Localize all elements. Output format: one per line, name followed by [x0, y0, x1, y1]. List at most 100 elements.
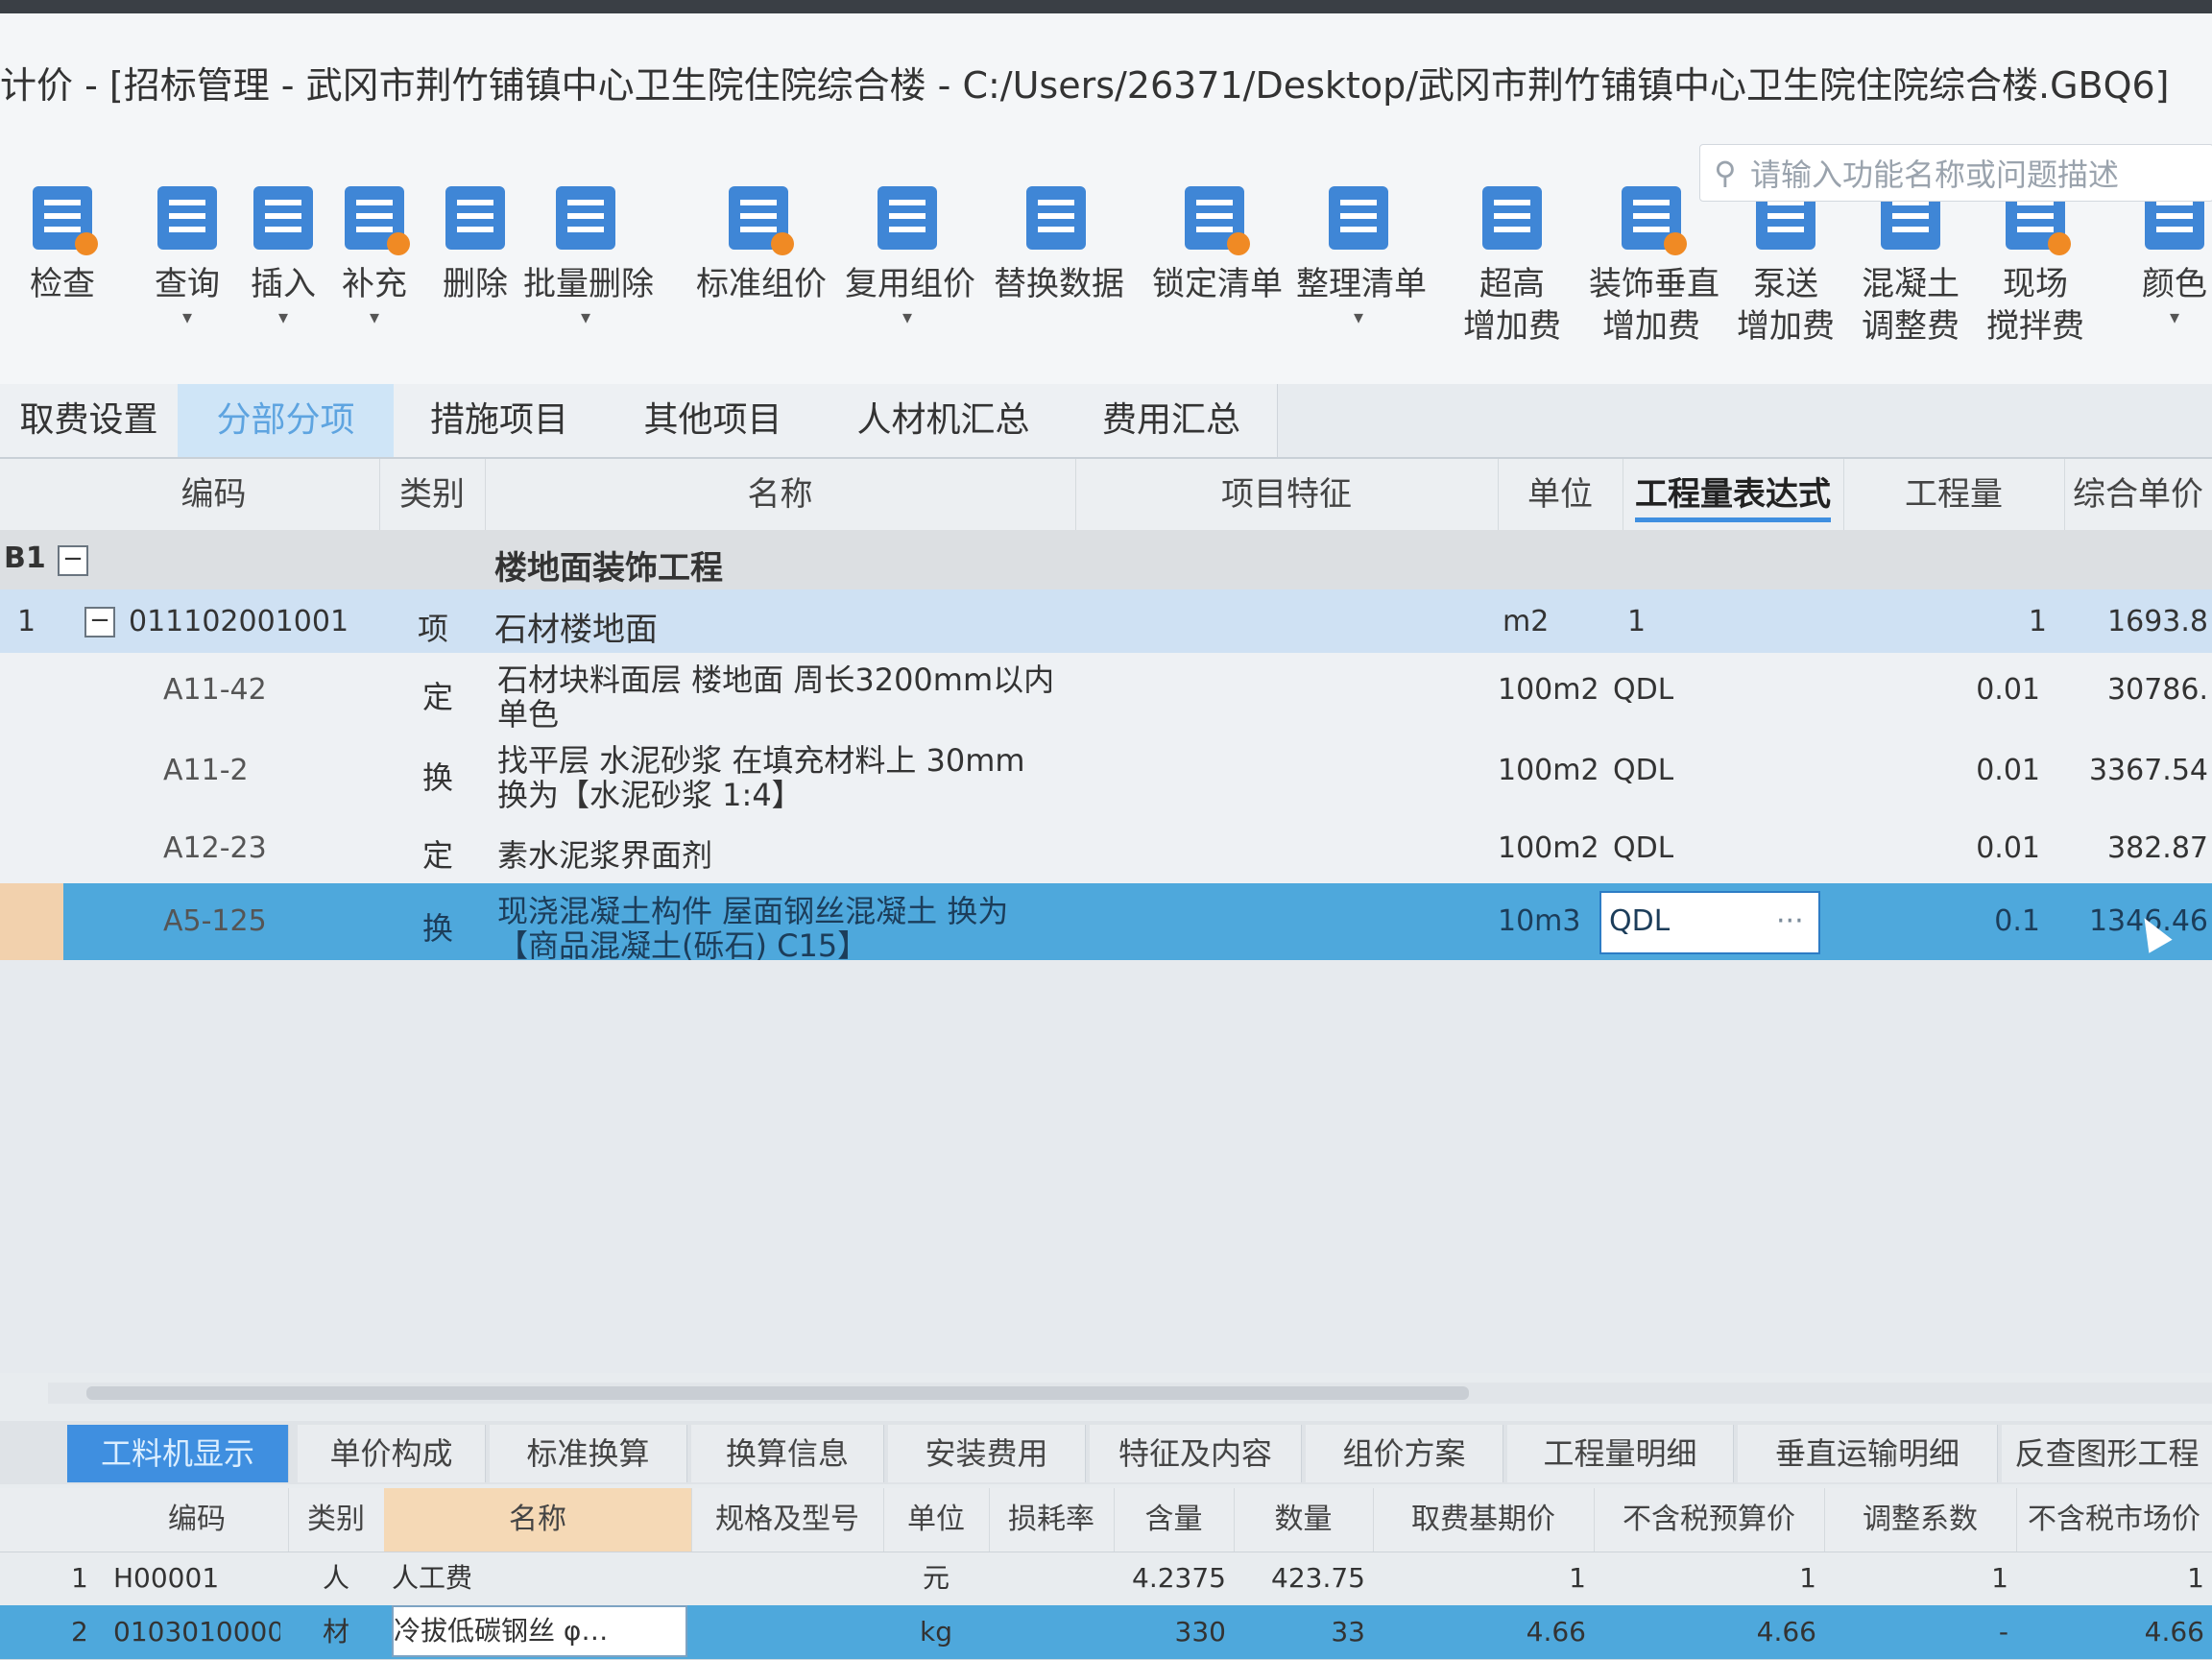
material-type[interactable]: 材 [296, 1605, 376, 1659]
toolbar-button-4[interactable]: 删除 [413, 186, 538, 305]
quota-quantity[interactable]: 0.01 [1824, 754, 2040, 787]
bottom-tab-2[interactable]: 标准换算 [490, 1425, 687, 1482]
quota-unit[interactable]: 10m3 [1498, 904, 1580, 938]
bottom-col-6[interactable]: 含量 [1114, 1488, 1235, 1552]
material-budget[interactable]: 4.66 [1601, 1605, 1816, 1659]
quota-code[interactable]: A5-125 [163, 904, 267, 938]
quota-type[interactable]: 换 [422, 904, 453, 949]
bottom-tab-0[interactable]: 工料机显示 [67, 1425, 289, 1482]
quota-code[interactable]: A11-2 [163, 754, 249, 787]
bottom-col-4[interactable]: 单位 [883, 1488, 990, 1552]
material-coef[interactable]: - [1832, 1605, 2008, 1659]
quota-code[interactable]: A11-42 [163, 673, 267, 707]
item-unit[interactable]: m2 [1503, 605, 1549, 638]
bottom-col-7[interactable]: 数量 [1234, 1488, 1374, 1552]
quota-row[interactable]: A11-2 换找平层 水泥砂浆 在填充材料上 30mm 换为【水泥砂浆 1:4】 10… [0, 728, 2212, 815]
material-loss[interactable] [997, 1552, 1106, 1605]
material-name[interactable]: 人工费 [392, 1552, 684, 1605]
material-type[interactable]: 人 [296, 1552, 376, 1605]
bottom-tab-9[interactable]: 反查图形工程量 [2002, 1425, 2212, 1529]
material-name[interactable]: 冷拔低碳钢丝 φ… [392, 1605, 687, 1657]
item-unit-price[interactable]: 1693.8 [2064, 605, 2208, 638]
material-unit[interactable]: kg [891, 1605, 981, 1659]
material-spec[interactable] [699, 1605, 876, 1659]
more-options-icon[interactable]: ··· [1776, 904, 1804, 938]
collapse-group-icon[interactable]: − [58, 545, 88, 576]
col-expression[interactable]: 工程量表达式 [1623, 459, 1844, 530]
col-quantity[interactable]: 工程量 [1843, 459, 2065, 530]
material-row[interactable]: 201030100006材冷拔低碳钢丝 φ…kg330334.664.66-4.… [0, 1605, 2212, 1660]
quota-expression[interactable]: QDL [1609, 904, 1670, 938]
bottom-col-8[interactable]: 取费基期价 [1373, 1488, 1595, 1552]
material-base[interactable]: 4.66 [1381, 1605, 1586, 1659]
material-market[interactable]: 4.66 [2024, 1605, 2204, 1659]
material-qty[interactable]: 423.75 [1241, 1552, 1365, 1605]
item-row[interactable]: 1 − 011102001001 项 石材楼地面 m2 1 1 1693.8 [0, 589, 2212, 654]
chevron-down-icon[interactable]: ▾ [1296, 305, 1421, 328]
toolbar-button-10[interactable]: 整理清单 ▾ [1296, 186, 1427, 328]
bottom-tab-6[interactable]: 组价方案 [1306, 1425, 1503, 1482]
collapse-item-icon[interactable]: − [84, 607, 115, 638]
material-code[interactable]: H00001 [113, 1552, 280, 1605]
item-type[interactable]: 项 [418, 605, 448, 649]
quota-name-line1[interactable]: 石材块料面层 楼地面 周长3200mm以内 [497, 656, 1054, 700]
quota-row[interactable]: A5-125 换现浇混凝土构件 屋面钢丝混凝土 换为 【商品混凝土(砾石) C15】… [0, 883, 2212, 964]
material-code[interactable]: 01030100006 [113, 1605, 280, 1659]
chevron-down-icon[interactable]: ▾ [312, 305, 437, 328]
material-coef[interactable]: 1 [1832, 1552, 2008, 1605]
material-base[interactable]: 1 [1381, 1552, 1586, 1605]
tab-5[interactable]: 费用汇总 [1066, 384, 1278, 457]
quota-code[interactable]: A12-23 [163, 831, 267, 865]
horizontal-scrollbar[interactable] [48, 1383, 2212, 1404]
quota-unit-price[interactable]: 30786. [2055, 673, 2208, 707]
quota-quantity[interactable]: 0.01 [1824, 673, 2040, 707]
item-expression[interactable]: 1 [1627, 605, 1646, 638]
toolbar-button-15[interactable]: 现场 搅拌费 [1973, 186, 2098, 348]
quota-row[interactable]: A12-23 定素水泥浆界面剂 100m2 QDL 0.01 382.87 [0, 814, 2212, 884]
material-unit[interactable]: 元 [891, 1552, 981, 1605]
bottom-col-5[interactable]: 损耗率 [989, 1488, 1115, 1552]
chevron-down-icon[interactable]: ▾ [845, 305, 970, 328]
bottom-col-3[interactable]: 规格及型号 [691, 1488, 884, 1552]
toolbar-button-9[interactable]: 锁定清单 [1152, 186, 1283, 305]
bottom-tab-4[interactable]: 安装费用 [888, 1425, 1086, 1482]
quota-unit[interactable]: 100m2 [1498, 754, 1599, 787]
quota-type[interactable]: 换 [422, 754, 453, 798]
toolbar-button-14[interactable]: 混凝土 调整费 [1848, 186, 1973, 348]
col-unit[interactable]: 单位 [1498, 459, 1623, 530]
tab-4[interactable]: 人材机汇总 [821, 384, 1067, 457]
toolbar-button-5[interactable]: 批量删除 ▾ [523, 186, 654, 328]
tab-1[interactable]: 分部分项 [178, 384, 395, 457]
function-search-input[interactable]: ⚲ 请输入功能名称或问题描述 [1699, 144, 2212, 202]
quota-unit-price[interactable]: 3367.54 [2055, 754, 2208, 787]
material-spec[interactable] [699, 1552, 876, 1605]
row-selector[interactable] [0, 883, 63, 960]
toolbar-button-8[interactable]: 替换数据 [994, 186, 1124, 305]
item-code[interactable]: 011102001001 [129, 605, 349, 638]
toolbar-button-6[interactable]: 标准组价 [696, 186, 827, 305]
chevron-down-icon[interactable]: ▾ [2112, 305, 2212, 328]
material-loss[interactable] [997, 1605, 1106, 1659]
col-code[interactable]: 编码 [48, 459, 380, 530]
material-content[interactable]: 4.2375 [1121, 1552, 1226, 1605]
scrollbar-thumb[interactable] [86, 1386, 1469, 1400]
toolbar-button-13[interactable]: 泵送 增加费 [1723, 186, 1848, 348]
bottom-tab-1[interactable]: 单价构成 [298, 1425, 486, 1482]
bottom-col-9[interactable]: 不含税预算价 [1594, 1488, 1825, 1552]
toolbar-button-11[interactable]: 超高 增加费 [1450, 186, 1575, 348]
item-quantity[interactable]: 1 [1843, 605, 2047, 638]
col-feature[interactable]: 项目特征 [1075, 459, 1499, 530]
quota-unit-price[interactable]: 1346.46 [2055, 904, 2208, 938]
tab-2[interactable]: 措施项目 [394, 384, 606, 457]
tab-0[interactable]: 取费设置 [0, 384, 179, 457]
bottom-tab-7[interactable]: 工程量明细 [1507, 1425, 1734, 1482]
material-content[interactable]: 330 [1121, 1605, 1226, 1659]
bottom-col-10[interactable]: 调整系数 [1824, 1488, 2017, 1552]
material-market[interactable]: 1 [2024, 1552, 2204, 1605]
quota-unit[interactable]: 100m2 [1498, 673, 1599, 707]
tab-3[interactable]: 其他项目 [605, 384, 822, 457]
toolbar-button-7[interactable]: 复用组价 ▾ [845, 186, 975, 328]
group-row[interactable]: B1 − 楼地面装饰工程 [0, 530, 2212, 590]
bottom-tab-3[interactable]: 换算信息 [691, 1425, 884, 1482]
quota-quantity[interactable]: 0.01 [1824, 831, 2040, 865]
